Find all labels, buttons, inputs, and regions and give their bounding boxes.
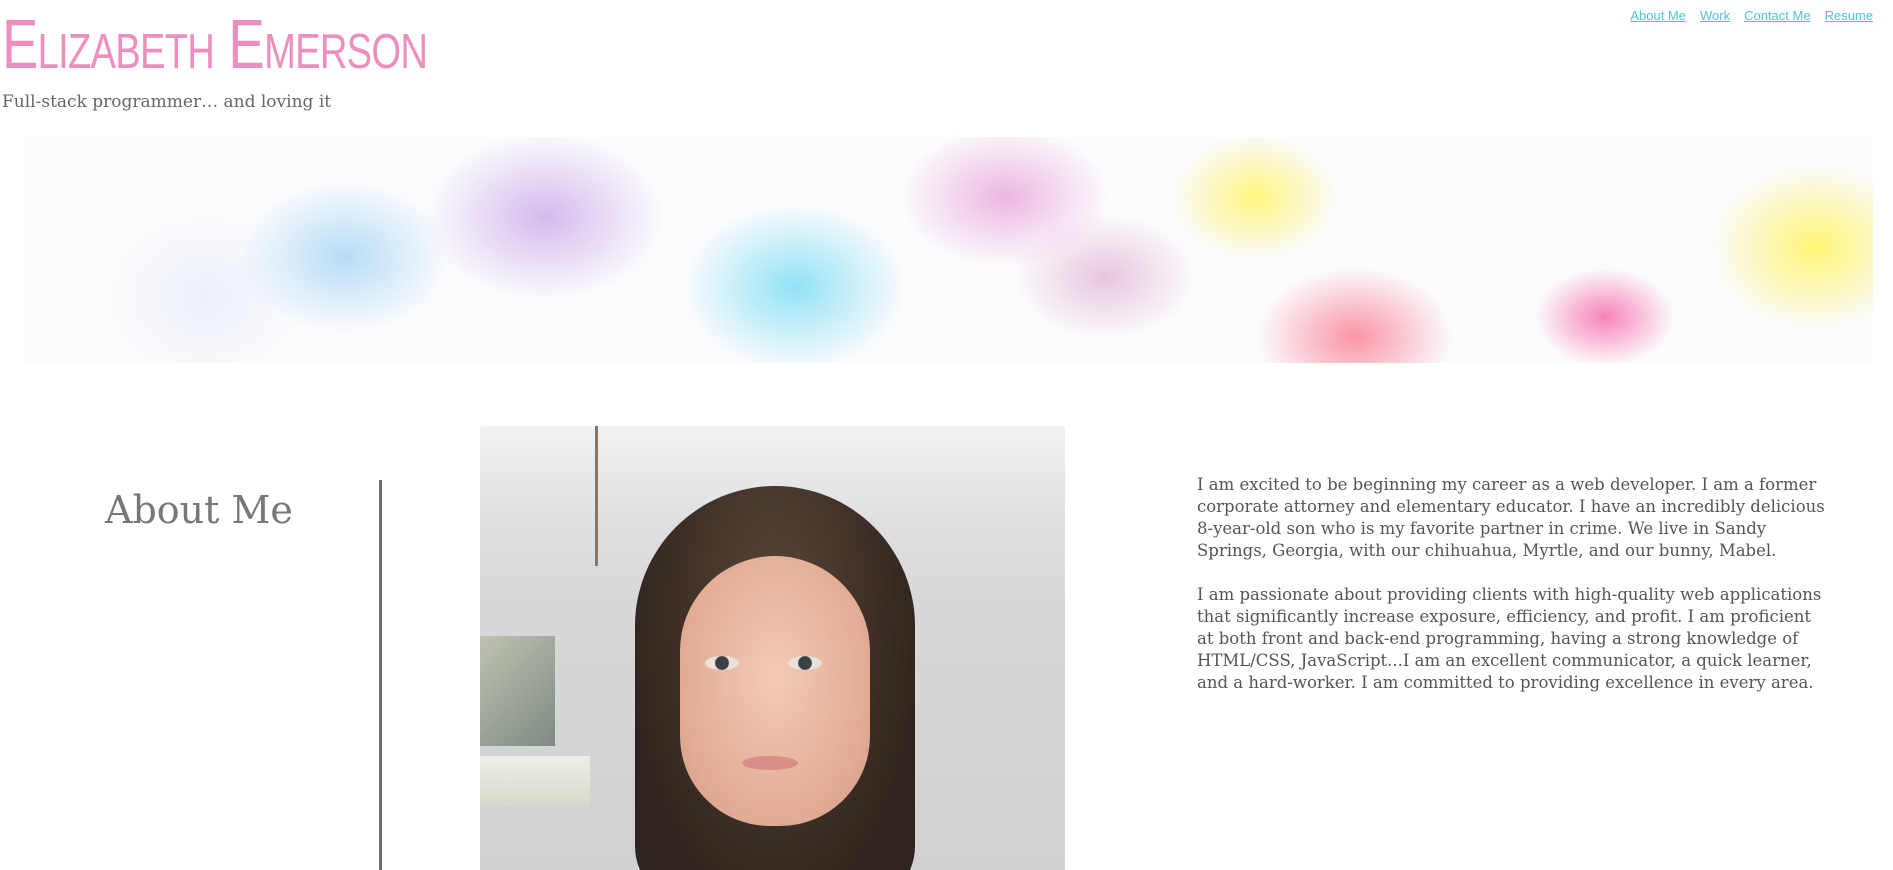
- photo-wall-picture: [480, 636, 555, 746]
- section-divider: [379, 480, 382, 870]
- nav-link-about-me[interactable]: About Me: [1630, 8, 1686, 23]
- bio-paragraph: I am excited to be beginning my career a…: [1197, 475, 1825, 560]
- photo-lips: [742, 756, 798, 770]
- profile-photo: [480, 426, 1065, 870]
- bio-paragraph: I am passionate about providing clients …: [1197, 585, 1822, 692]
- photo-shelf: [480, 756, 590, 806]
- photo-eye-right: [788, 656, 822, 670]
- nav-link-contact-me[interactable]: Contact Me: [1744, 8, 1810, 23]
- nav-link-work[interactable]: Work: [1700, 8, 1730, 23]
- section-heading-about-me: About Me: [105, 488, 293, 532]
- site-title: Elizabeth Emerson: [2, 5, 428, 83]
- about-bio: I am excited to be beginning my career a…: [1197, 474, 1827, 716]
- site-tagline: Full-stack programmer… and loving it: [2, 92, 332, 112]
- top-nav: About Me Work Contact Me Resume: [1630, 8, 1873, 23]
- hero-banner-image: [25, 137, 1873, 363]
- photo-pull-cord: [595, 426, 598, 566]
- photo-face: [680, 556, 870, 826]
- photo-eye-left: [705, 656, 739, 670]
- nav-link-resume[interactable]: Resume: [1825, 8, 1873, 23]
